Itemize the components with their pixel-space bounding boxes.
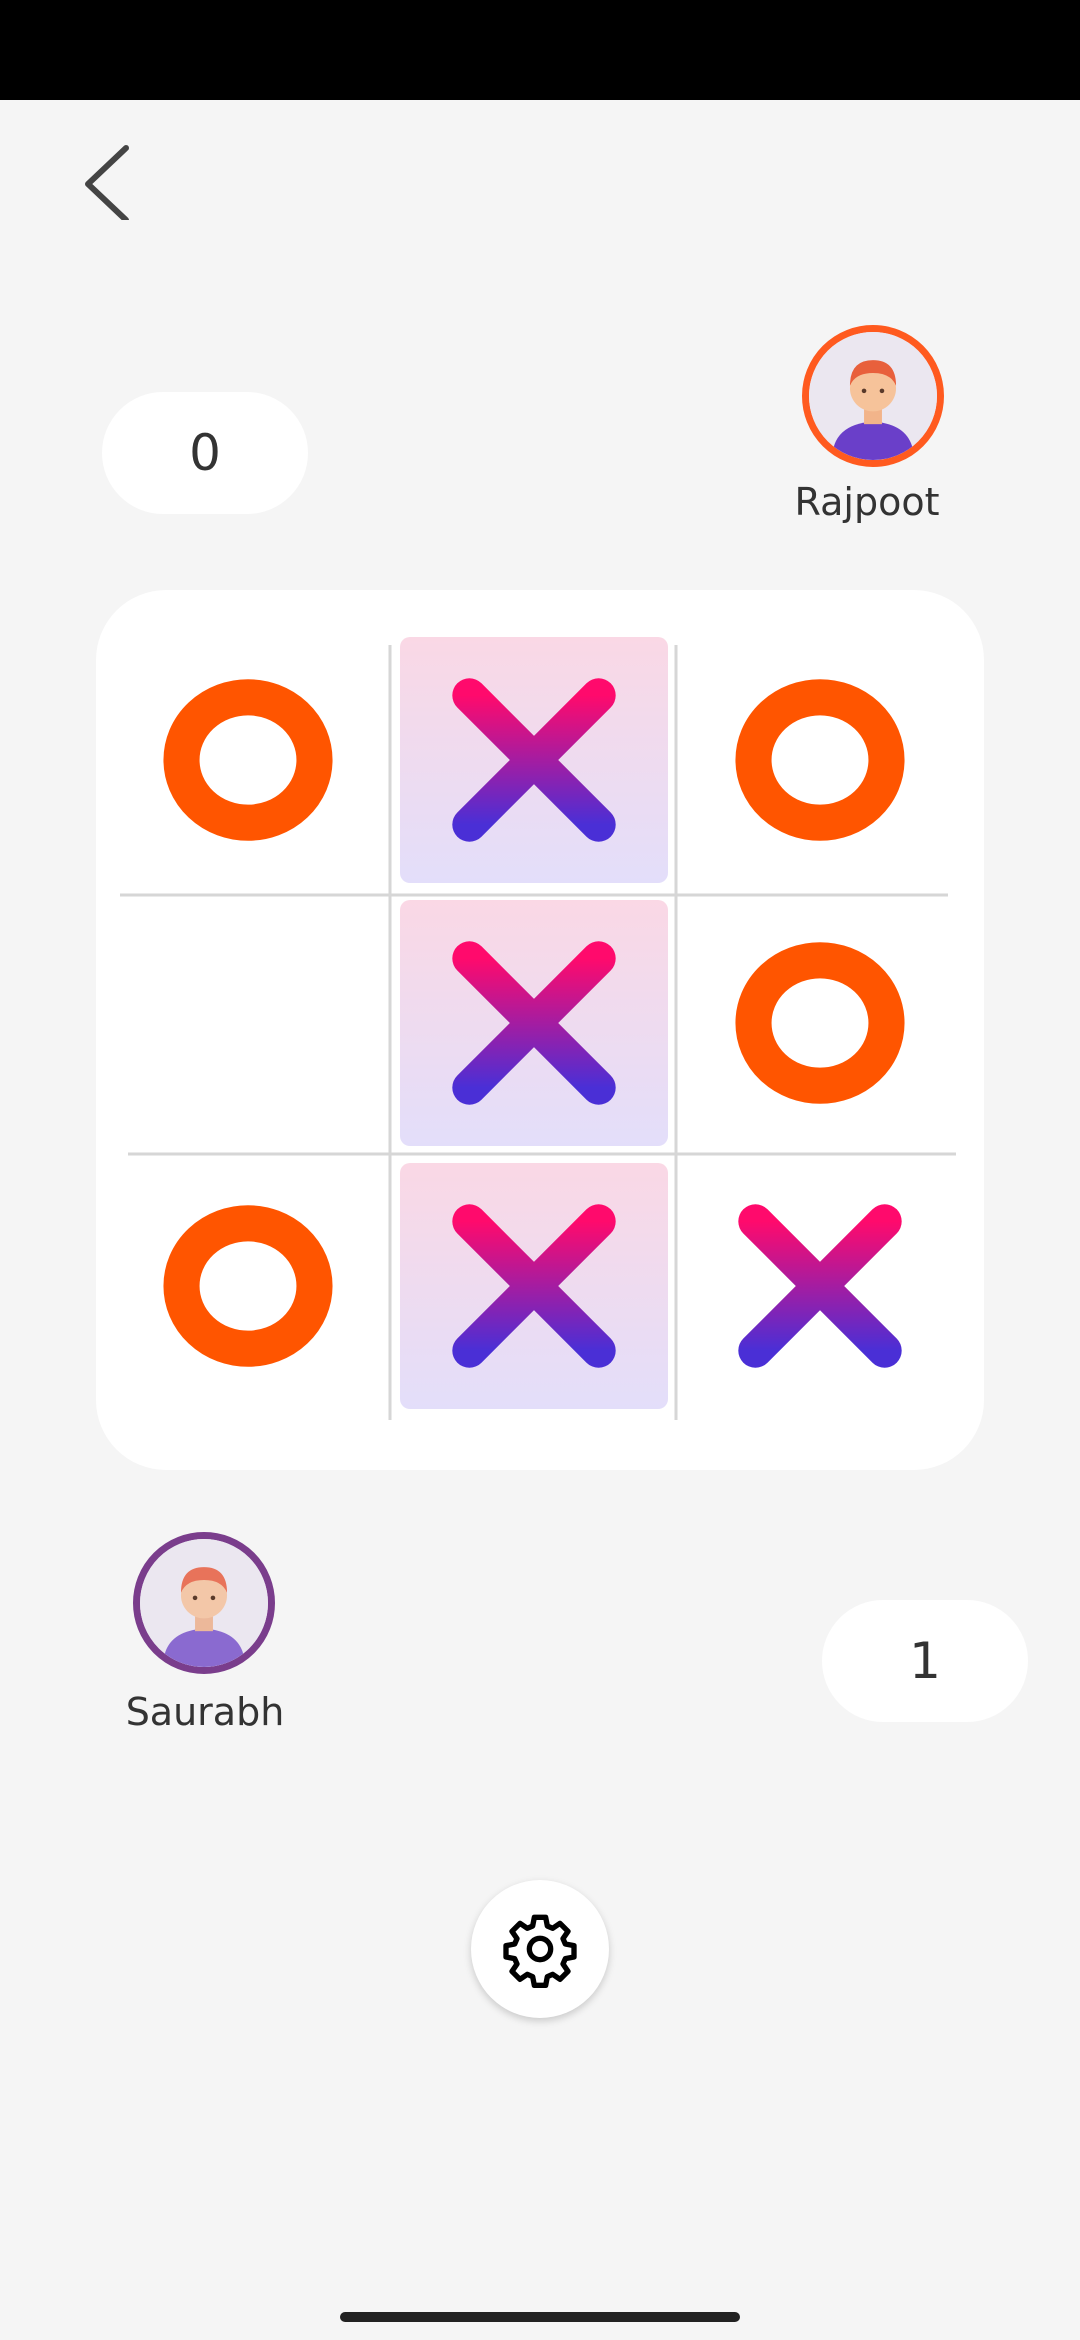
score-rajpoot: 0 (102, 392, 308, 514)
chevron-left-icon (85, 145, 129, 223)
cell-3[interactable] (114, 900, 382, 1146)
x-mark (452, 678, 616, 842)
avatar-rajpoot (802, 325, 944, 467)
cell-2[interactable] (686, 637, 954, 883)
home-indicator (340, 2312, 740, 2322)
cell-4[interactable] (400, 900, 668, 1146)
o-mark (735, 942, 905, 1104)
cell-5[interactable] (686, 900, 954, 1146)
settings-button[interactable] (471, 1880, 609, 2018)
back-button[interactable] (70, 140, 150, 223)
o-mark (735, 679, 905, 841)
cell-0[interactable] (114, 637, 382, 883)
cell-7[interactable] (400, 1163, 668, 1409)
game-board (96, 590, 984, 1470)
score-saurabh: 1 (822, 1600, 1028, 1722)
avatar-saurabh (133, 1532, 275, 1674)
status-bar (0, 0, 1080, 100)
player-name-saurabh: Saurabh (125, 1690, 285, 1734)
cell-6[interactable] (114, 1163, 382, 1409)
cell-8[interactable] (686, 1163, 954, 1409)
cell-1[interactable] (400, 637, 668, 883)
x-mark (738, 1204, 902, 1368)
gear-icon (503, 1914, 577, 1988)
user-avatar-icon (140, 1539, 268, 1667)
x-mark (452, 941, 616, 1105)
o-mark (163, 1205, 333, 1367)
x-mark (452, 1204, 616, 1368)
user-avatar-icon (809, 332, 937, 460)
player-name-rajpoot: Rajpoot (794, 480, 940, 524)
o-mark (163, 679, 333, 841)
